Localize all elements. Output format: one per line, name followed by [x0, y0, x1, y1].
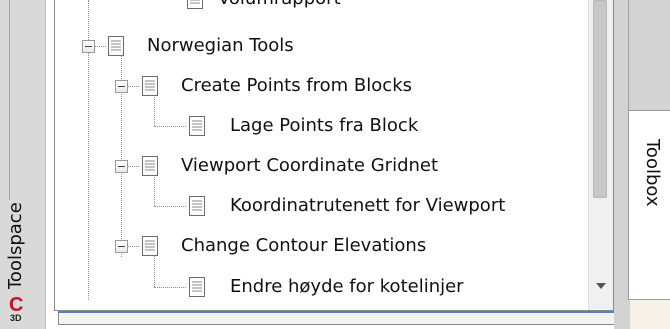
- document-icon: [189, 196, 205, 216]
- corner-area: [630, 300, 670, 329]
- tree-item-lage-points-fra-block[interactable]: Lage Points fra Block: [188, 109, 418, 143]
- tree-item-label: Koordinatrutenett for Viewport: [230, 195, 506, 216]
- tree-item-label: Volumrapport: [218, 0, 341, 10]
- tree-item-label: Viewport Coordinate Gridnet: [181, 155, 439, 176]
- document-icon: [189, 277, 205, 297]
- civil-3d-logo-icon: C 3D: [4, 289, 34, 323]
- tree-item-label: Change Contour Elevations: [181, 235, 427, 256]
- vertical-scrollbar[interactable]: [588, 0, 613, 310]
- scrollbar-thumb[interactable]: [593, 0, 607, 198]
- collapse-toggle-icon[interactable]: [115, 160, 128, 173]
- tree-item-label: Lage Points fra Block: [230, 115, 419, 136]
- tree-guide-line: [154, 287, 186, 288]
- tree-guide-line: [94, 46, 106, 47]
- tree-item-viewport-coordinate-gridnet[interactable]: Viewport Coordinate Gridnet: [141, 149, 438, 183]
- collapse-toggle-icon[interactable]: [82, 40, 95, 53]
- tab-strip-divider: [628, 0, 629, 110]
- tree-guide-line: [154, 126, 186, 127]
- arrow-down-icon: [596, 283, 606, 289]
- tree-guide-line: [127, 246, 139, 247]
- toolbox-tree[interactable]: Volumrapport Norwegian Tools Create Poin…: [54, 0, 614, 311]
- tree-item-change-contour-elevations[interactable]: Change Contour Elevations: [141, 229, 426, 263]
- collapse-toggle-icon[interactable]: [115, 240, 128, 253]
- tree-item-create-points-from-blocks[interactable]: Create Points from Blocks: [141, 69, 412, 103]
- strip-edge-line: [9, 0, 10, 200]
- document-icon: [108, 36, 124, 56]
- tree-item-volumrapport[interactable]: Volumrapport: [186, 0, 341, 16]
- tab-toolbox[interactable]: Toolbox: [628, 110, 670, 300]
- scroll-down-button[interactable]: [589, 268, 613, 304]
- tree-guide-line: [154, 206, 186, 207]
- toolspace-title-bar: Toolspace C 3D: [0, 0, 46, 329]
- tree-item-norwegian-tools[interactable]: Norwegian Tools: [107, 29, 294, 63]
- document-icon: [187, 0, 203, 9]
- logo-sub: 3D: [10, 313, 22, 323]
- tree-item-endre-hoyde-for-kotelinjer[interactable]: Endre høyde for kotelinjer: [188, 270, 464, 304]
- document-icon: [142, 76, 158, 96]
- horizontal-scroll-rail[interactable]: [58, 311, 628, 325]
- toolspace-title: Toolspace: [5, 202, 26, 290]
- document-icon: [142, 156, 158, 176]
- tree-guide-line: [127, 166, 139, 167]
- tree-item-label: Endre høyde for kotelinjer: [230, 276, 464, 297]
- collapse-toggle-icon[interactable]: [115, 80, 128, 93]
- document-icon: [142, 236, 158, 256]
- tree-guide-line: [127, 86, 139, 87]
- document-icon: [189, 116, 205, 136]
- tree-item-label: Norwegian Tools: [147, 35, 294, 56]
- tree-item-koordinatrutenett-for-viewport[interactable]: Koordinatrutenett for Viewport: [188, 189, 505, 223]
- tab-toolbox-label: Toolbox: [642, 139, 663, 207]
- tree-item-label: Create Points from Blocks: [181, 75, 412, 96]
